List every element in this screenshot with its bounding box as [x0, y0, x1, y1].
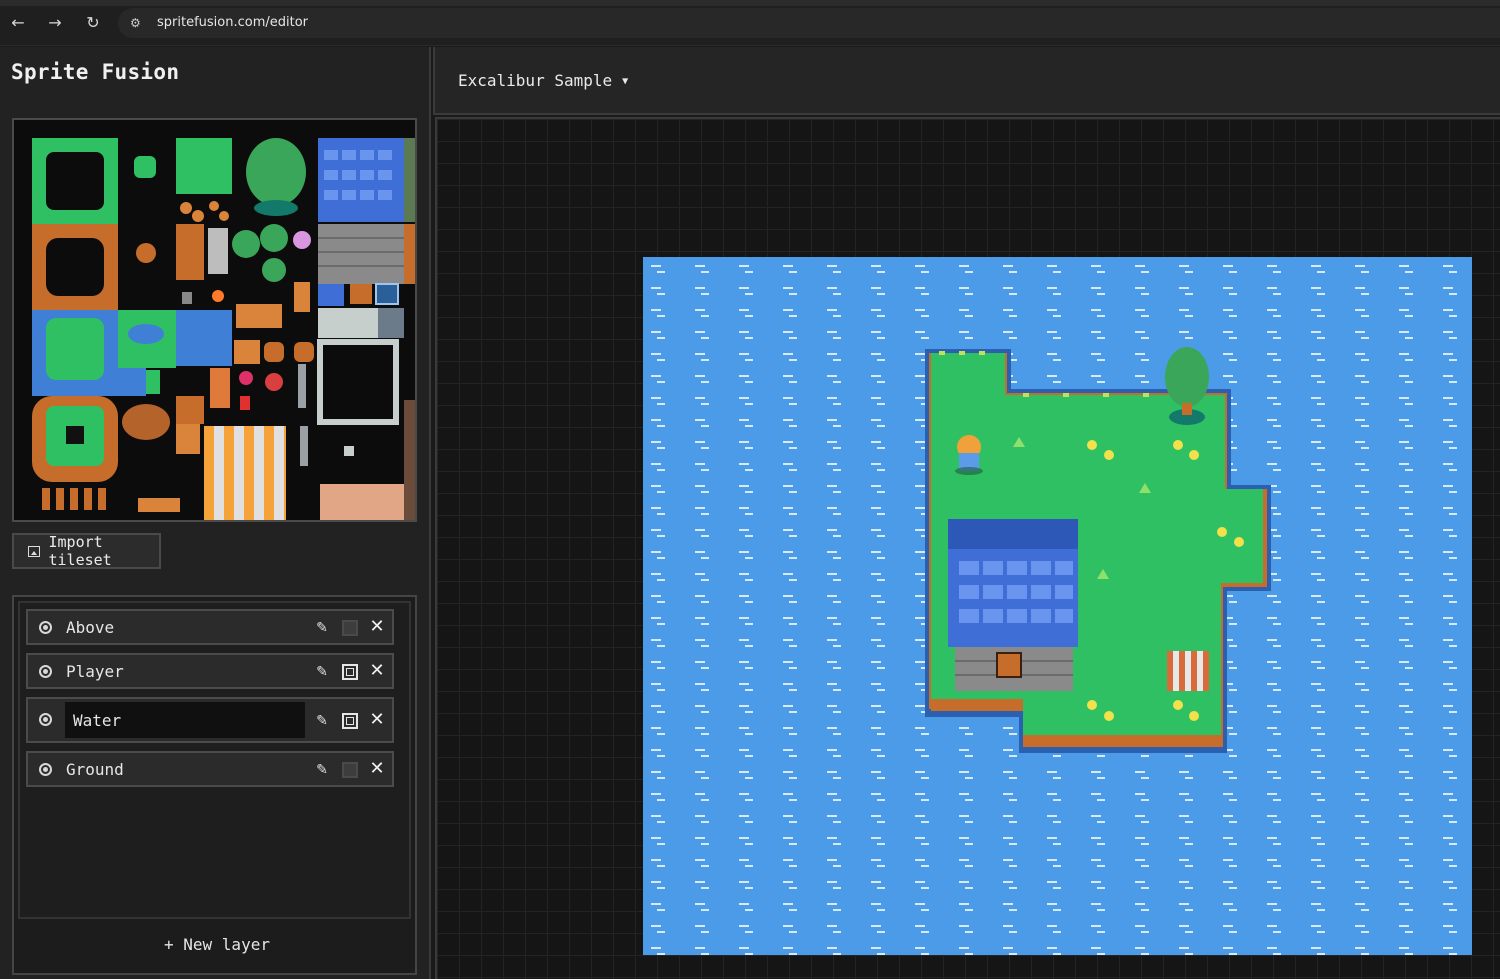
tilemap-view[interactable] [643, 257, 1472, 955]
map-toolbar: Excalibur Sample ▼ [433, 47, 1500, 115]
close-icon[interactable]: ✕ [368, 662, 386, 680]
image-icon [28, 545, 41, 557]
map-canvas[interactable] [435, 117, 1500, 979]
browser-tabstrip [0, 0, 1500, 6]
tileset-palette[interactable] [12, 118, 417, 522]
layers-panel: Above ✎ ✕ Player ✎ ✕ Water ✎ ✕ Ground ✎ … [12, 595, 417, 975]
url-text[interactable]: spritefusion.com/editor [157, 15, 308, 30]
address-bar[interactable]: ⚙ spritefusion.com/editor [118, 8, 1500, 38]
left-panel: Sprite Fusion Import tileset Above ✎ ✕ P… [0, 47, 431, 979]
layer-row-above[interactable]: Above ✎ ✕ [26, 609, 394, 645]
tileset-image[interactable] [14, 120, 415, 520]
layer-toggle-icon[interactable] [342, 762, 358, 778]
close-icon[interactable]: ✕ [368, 711, 386, 729]
new-layer-button[interactable]: + New layer [164, 935, 270, 954]
chevron-down-icon: ▼ [622, 76, 629, 87]
visibility-icon[interactable] [39, 621, 52, 634]
forward-icon[interactable]: → [45, 13, 65, 33]
layer-name: Player [66, 662, 124, 681]
browser-toolbar: ← → ↻ ⚙ spritefusion.com/editor [0, 0, 1500, 46]
close-icon[interactable]: ✕ [368, 618, 386, 636]
layer-name: Ground [66, 760, 124, 779]
visibility-icon[interactable] [39, 665, 52, 678]
layer-name-input[interactable]: Water [65, 702, 305, 738]
pencil-icon[interactable]: ✎ [314, 713, 330, 729]
layer-row-water[interactable]: Water ✎ ✕ [26, 697, 394, 743]
pencil-icon[interactable]: ✎ [314, 664, 330, 680]
import-tileset-label: Import tileset [48, 533, 112, 569]
layer-row-ground[interactable]: Ground ✎ ✕ [26, 751, 394, 787]
site-settings-icon[interactable]: ⚙ [130, 15, 146, 31]
layer-toggle-icon[interactable] [342, 713, 358, 729]
reload-icon[interactable]: ↻ [83, 13, 103, 33]
app-title: Sprite Fusion [11, 60, 180, 84]
pencil-icon[interactable]: ✎ [314, 762, 330, 778]
layer-toggle-icon[interactable] [342, 664, 358, 680]
close-icon[interactable]: ✕ [368, 760, 386, 778]
import-tileset-button[interactable]: Import tileset [12, 533, 161, 569]
map-selector-label: Excalibur Sample [458, 71, 613, 90]
visibility-icon[interactable] [39, 713, 52, 726]
back-icon[interactable]: ← [8, 13, 28, 33]
layer-name: Above [66, 618, 115, 637]
visibility-icon[interactable] [39, 763, 52, 776]
layer-row-player[interactable]: Player ✎ ✕ [26, 653, 394, 689]
map-selector[interactable]: Excalibur Sample ▼ [458, 71, 628, 90]
tilemap-render[interactable] [643, 257, 1472, 955]
layers-list[interactable]: Above ✎ ✕ Player ✎ ✕ Water ✎ ✕ Ground ✎ … [18, 601, 411, 919]
layer-toggle-icon[interactable] [342, 620, 358, 636]
pencil-icon[interactable]: ✎ [314, 620, 330, 636]
